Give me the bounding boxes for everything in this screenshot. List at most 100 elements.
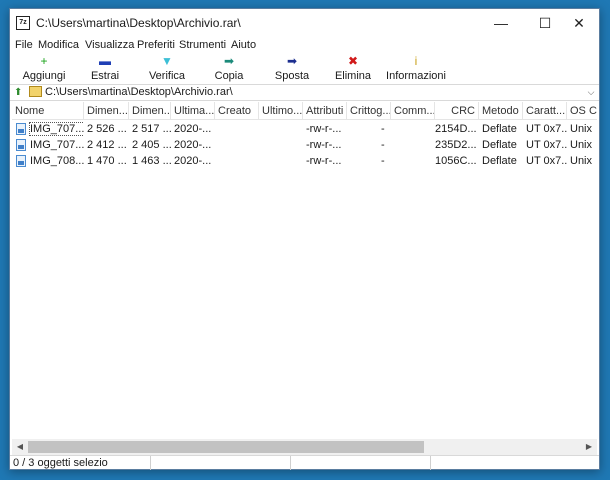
file-list[interactable]: Nome Dimen... Dimen... Ultima... Creato … bbox=[12, 102, 597, 439]
cell-encrypted: - bbox=[381, 123, 385, 135]
cell-characteristics: UT 0x7... bbox=[526, 123, 567, 135]
minimize-button[interactable]: — bbox=[479, 9, 523, 37]
column-header-comment[interactable]: Comm... bbox=[391, 102, 435, 120]
cell-encrypted: - bbox=[381, 155, 385, 167]
column-header-modified[interactable]: Ultima... bbox=[171, 102, 215, 120]
scroll-left-icon[interactable]: ◀ bbox=[12, 439, 28, 455]
extract-button[interactable]: ▬ Estrai bbox=[71, 54, 139, 84]
path-input[interactable]: C:\Users\martina\Desktop\Archivio.rar\ ⌵ bbox=[26, 85, 598, 100]
scroll-thumb[interactable] bbox=[28, 441, 424, 453]
cell-created bbox=[215, 137, 259, 153]
column-header-host-os[interactable]: OS Co bbox=[567, 102, 597, 120]
copy-button[interactable]: ➡ Copia bbox=[195, 54, 263, 84]
cell-characteristics: UT 0x7... bbox=[526, 139, 567, 151]
add-button[interactable]: + Aggiungi bbox=[10, 54, 78, 84]
app-icon: 7z bbox=[16, 16, 30, 30]
copy-button-label: Copia bbox=[214, 70, 244, 82]
cell-size: 1 470 ... bbox=[87, 155, 127, 167]
cell-attributes: -rw-r-... bbox=[306, 123, 342, 135]
column-header-attributes[interactable]: Attributi bbox=[303, 102, 347, 120]
info-icon: i bbox=[414, 54, 418, 68]
title-bar[interactable]: 7z C:\Users\martina\Desktop\Archivio.rar… bbox=[10, 9, 599, 37]
cell-host-os: Unix bbox=[570, 139, 593, 151]
move-button-label: Sposta bbox=[274, 70, 310, 82]
column-header-name[interactable]: Nome bbox=[12, 102, 84, 120]
cell-size: 2 526 ... bbox=[87, 123, 127, 135]
delete-x-icon: ✖ bbox=[347, 54, 359, 68]
cell-size: 2 412 ... bbox=[87, 139, 127, 151]
column-header-encrypted[interactable]: Crittog... bbox=[347, 102, 391, 120]
toolbar: + Aggiungi ▬ Estrai ▼ Verifica ➡ Copia ➡… bbox=[10, 54, 599, 84]
address-bar: ⬆ C:\Users\martina\Desktop\Archivio.rar\… bbox=[10, 84, 599, 101]
menu-file[interactable]: File bbox=[15, 39, 33, 51]
info-button-label: Informazioni bbox=[386, 70, 446, 82]
chevron-down-icon[interactable]: ⌵ bbox=[584, 85, 598, 100]
cell-comment bbox=[391, 137, 435, 153]
horizontal-scrollbar[interactable]: ◀ ▶ bbox=[12, 439, 597, 455]
column-header-method[interactable]: Metodo bbox=[479, 102, 523, 120]
column-header-crc[interactable]: CRC bbox=[435, 102, 479, 120]
up-arrow-icon[interactable]: ⬆ bbox=[14, 86, 24, 99]
table-row[interactable]: IMG_708... 1 470 ... 1 463 ... 2020-... … bbox=[12, 153, 597, 169]
column-header-row: Nome Dimen... Dimen... Ultima... Creato … bbox=[12, 102, 597, 120]
status-bar: 0 / 3 oggetti selezio bbox=[10, 455, 599, 470]
cell-created bbox=[215, 153, 259, 169]
column-header-characteristics[interactable]: Caratt... bbox=[523, 102, 567, 120]
cell-attributes: -rw-r-... bbox=[306, 139, 342, 151]
status-selection: 0 / 3 oggetti selezio bbox=[10, 456, 151, 470]
menu-aiuto[interactable]: Aiuto bbox=[231, 39, 256, 51]
cell-accessed bbox=[259, 121, 303, 137]
cell-crc: 235D2... bbox=[435, 139, 477, 151]
cell-packed-size: 2 405 ... bbox=[132, 139, 171, 151]
delete-button-label: Elimina bbox=[334, 70, 372, 82]
cell-comment bbox=[391, 121, 435, 137]
cell-packed-size: 2 517 ... bbox=[132, 123, 171, 135]
close-button[interactable]: ✕ bbox=[557, 9, 601, 37]
menu-modifica[interactable]: Modifica bbox=[38, 39, 79, 51]
menu-strumenti[interactable]: Strumenti bbox=[179, 39, 226, 51]
cell-method: Deflate bbox=[482, 139, 517, 151]
column-header-accessed[interactable]: Ultimo... bbox=[259, 102, 303, 120]
column-header-packed-size[interactable]: Dimen... bbox=[129, 102, 171, 120]
cell-method: Deflate bbox=[482, 155, 517, 167]
scroll-right-icon[interactable]: ▶ bbox=[581, 439, 597, 455]
cell-accessed bbox=[259, 137, 303, 153]
cell-attributes: -rw-r-... bbox=[306, 155, 342, 167]
menu-preferiti[interactable]: Preferiti bbox=[137, 39, 175, 51]
cell-name: IMG_707... bbox=[28, 122, 84, 136]
table-row[interactable]: IMG_707... 2 526 ... 2 517 ... 2020-... … bbox=[12, 121, 597, 137]
plus-icon: + bbox=[40, 54, 48, 68]
cell-encrypted: - bbox=[381, 139, 385, 151]
cell-characteristics: UT 0x7... bbox=[526, 155, 567, 167]
status-packed bbox=[291, 456, 431, 470]
path-text: C:\Users\martina\Desktop\Archivio.rar\ bbox=[45, 86, 233, 98]
cell-name: IMG_708... bbox=[30, 155, 84, 167]
column-header-created[interactable]: Creato bbox=[215, 102, 259, 120]
test-button-label: Verifica bbox=[148, 70, 186, 82]
cell-method: Deflate bbox=[482, 123, 517, 135]
extract-button-label: Estrai bbox=[90, 70, 120, 82]
test-button[interactable]: ▼ Verifica bbox=[133, 54, 201, 84]
cell-name: IMG_707... bbox=[30, 139, 84, 151]
window-title: C:\Users\martina\Desktop\Archivio.rar\ bbox=[36, 16, 241, 30]
cell-packed-size: 1 463 ... bbox=[132, 155, 171, 167]
cell-comment bbox=[391, 153, 435, 169]
cell-host-os: Unix bbox=[570, 123, 593, 135]
cell-modified: 2020-... bbox=[174, 155, 212, 167]
column-header-size[interactable]: Dimen... bbox=[84, 102, 129, 120]
table-row[interactable]: IMG_707... 2 412 ... 2 405 ... 2020-... … bbox=[12, 137, 597, 153]
add-button-label: Aggiungi bbox=[22, 70, 66, 82]
cell-crc: 2154D... bbox=[435, 123, 477, 135]
cell-crc: 1056C... bbox=[435, 155, 477, 167]
check-icon: ▼ bbox=[161, 54, 173, 68]
cell-accessed bbox=[259, 153, 303, 169]
menu-visualizza[interactable]: Visualizza bbox=[85, 39, 134, 51]
move-arrow-icon: ➡ bbox=[286, 54, 298, 68]
move-button[interactable]: ➡ Sposta bbox=[258, 54, 326, 84]
delete-button[interactable]: ✖ Elimina bbox=[319, 54, 387, 84]
info-button[interactable]: i Informazioni bbox=[382, 54, 450, 84]
minus-icon: ▬ bbox=[99, 54, 111, 68]
app-window: 7z C:\Users\martina\Desktop\Archivio.rar… bbox=[9, 8, 600, 470]
folder-icon bbox=[29, 86, 42, 97]
status-extra bbox=[431, 456, 599, 470]
